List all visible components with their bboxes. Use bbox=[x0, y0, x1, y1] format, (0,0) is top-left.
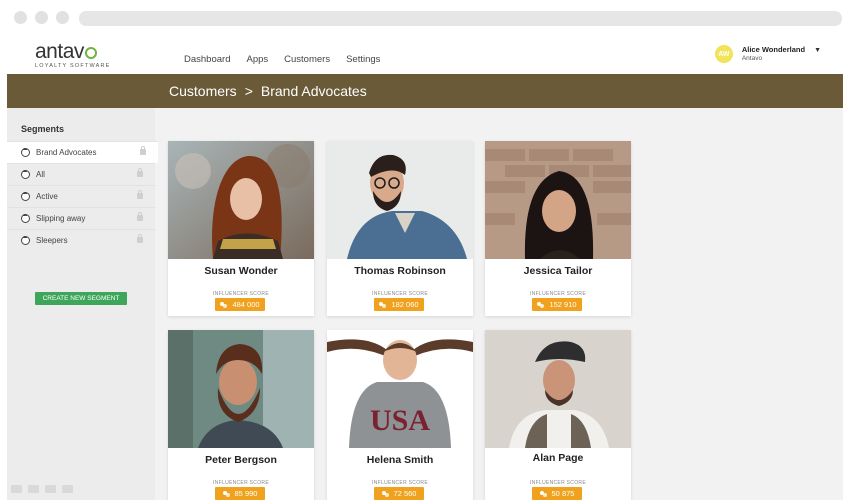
segment-item-sleepers[interactable]: Sleepers bbox=[7, 229, 155, 251]
address-bar[interactable] bbox=[79, 11, 842, 26]
person-icon bbox=[21, 192, 30, 201]
edit-icon[interactable] bbox=[28, 485, 39, 493]
segment-label: Brand Advocates bbox=[36, 148, 97, 157]
breadcrumb: Customers > Brand Advocates bbox=[169, 83, 367, 99]
redo-icon[interactable] bbox=[62, 485, 73, 493]
influencer-score-label: INFLUENCER SCORE bbox=[213, 291, 269, 297]
lock-icon bbox=[137, 168, 143, 177]
app-frame: antav LOYALTY SOFTWARE Dashboard Apps Cu… bbox=[7, 36, 843, 500]
users-icon bbox=[539, 490, 548, 497]
nav-settings[interactable]: Settings bbox=[346, 54, 380, 65]
bottom-toolbar bbox=[11, 485, 73, 493]
user-name: Alice Wonderland bbox=[741, 45, 806, 54]
logo-wordmark: antav bbox=[35, 41, 115, 62]
image-icon[interactable] bbox=[45, 485, 56, 493]
influencer-score-value: 72 560 bbox=[393, 489, 417, 498]
influencer-score-value: 182 060 bbox=[391, 300, 419, 309]
customer-name: Jessica Tailor bbox=[523, 265, 593, 277]
lock-icon bbox=[140, 146, 146, 155]
influencer-score-value: 50 875 bbox=[551, 489, 575, 498]
customer-name: Alan Page bbox=[532, 452, 584, 464]
users-icon bbox=[537, 301, 545, 308]
customer-name: Thomas Robinson bbox=[354, 265, 446, 277]
lock-icon bbox=[137, 234, 143, 243]
person-icon bbox=[21, 214, 30, 223]
customer-card[interactable]: Alan Page INFLUENCER SCORE 50 875 bbox=[485, 330, 631, 500]
main-nav: Dashboard Apps Customers Settings bbox=[184, 54, 396, 65]
customer-card[interactable]: Thomas Robinson INFLUENCER SCORE 182 060 bbox=[327, 141, 473, 316]
segment-label: Slipping away bbox=[36, 214, 86, 223]
users-icon bbox=[222, 490, 231, 497]
breadcrumb-customers[interactable]: Customers bbox=[169, 83, 237, 99]
customer-photo: USA bbox=[327, 330, 473, 448]
person-icon bbox=[21, 236, 30, 245]
influencer-score-badge: 72 560 bbox=[374, 487, 424, 500]
customer-name: Helena Smith bbox=[366, 454, 434, 466]
lock-icon bbox=[137, 212, 143, 221]
influencer-score-badge: 152 910 bbox=[532, 298, 582, 311]
influencer-score-label: INFLUENCER SCORE bbox=[530, 291, 586, 297]
logo-tagline: LOYALTY SOFTWARE bbox=[35, 63, 111, 69]
breadcrumb-separator: > bbox=[244, 83, 253, 99]
customer-name: Peter Bergson bbox=[205, 454, 277, 466]
influencer-score-label: INFLUENCER SCORE bbox=[530, 480, 586, 486]
avatar: AW bbox=[714, 45, 733, 63]
segment-item-all[interactable]: All bbox=[7, 163, 155, 185]
lock-icon bbox=[137, 190, 143, 199]
customer-photo bbox=[485, 141, 631, 259]
influencer-score-value: 85 990 bbox=[234, 489, 258, 498]
chevron-down-icon[interactable]: ▼ bbox=[814, 47, 821, 54]
person-icon bbox=[21, 148, 30, 157]
customer-photo bbox=[168, 330, 314, 448]
influencer-score-badge: 85 990 bbox=[215, 487, 265, 500]
customer-photo bbox=[168, 141, 314, 259]
customer-card[interactable]: Peter Bergson INFLUENCER SCORE 85 990 bbox=[168, 330, 314, 500]
segments-title: Segments bbox=[21, 124, 65, 134]
nav-customers[interactable]: Customers bbox=[284, 54, 330, 65]
undo-icon[interactable] bbox=[11, 485, 22, 493]
segment-label: All bbox=[36, 170, 45, 179]
influencer-score-badge: 182 060 bbox=[374, 298, 424, 311]
svg-text:USA: USA bbox=[370, 404, 430, 437]
users-icon bbox=[220, 301, 228, 308]
create-segment-button[interactable]: CREATE NEW SEGMENT bbox=[35, 292, 127, 305]
segment-item-brand-advocates[interactable]: Brand Advocates bbox=[7, 141, 158, 163]
influencer-score-label: INFLUENCER SCORE bbox=[372, 291, 428, 297]
user-company: Antavo bbox=[741, 55, 763, 62]
nav-apps[interactable]: Apps bbox=[246, 54, 268, 65]
breadcrumb-current: Brand Advocates bbox=[260, 83, 367, 99]
customer-card[interactable]: USA Helena Smith INFLUENCER SCORE 72 560 bbox=[327, 330, 473, 500]
users-icon bbox=[381, 490, 390, 497]
influencer-score-value: 152 910 bbox=[549, 300, 577, 309]
segment-item-slipping-away[interactable]: Slipping away bbox=[7, 207, 155, 229]
influencer-score-label: INFLUENCER SCORE bbox=[372, 480, 428, 486]
influencer-score-value: 484 000 bbox=[232, 300, 260, 309]
customer-photo bbox=[485, 330, 631, 448]
window-close-dot[interactable] bbox=[14, 11, 27, 24]
nav-dashboard[interactable]: Dashboard bbox=[184, 54, 230, 65]
users-icon bbox=[379, 301, 387, 308]
browser-chrome bbox=[0, 0, 853, 36]
app-header: antav LOYALTY SOFTWARE Dashboard Apps Cu… bbox=[7, 36, 843, 74]
influencer-score-label: INFLUENCER SCORE bbox=[213, 480, 269, 486]
segment-label: Active bbox=[36, 192, 58, 201]
breadcrumb-bar: Customers > Brand Advocates bbox=[7, 74, 843, 108]
user-menu[interactable]: AW Alice Wonderland Antavo ▼ bbox=[714, 45, 821, 63]
segments-sidebar: Segments Brand Advocates All Active Slip… bbox=[7, 108, 158, 500]
customer-card[interactable]: Susan Wonder INFLUENCER SCORE 484 000 bbox=[168, 141, 314, 316]
customer-photo bbox=[327, 141, 473, 259]
window-maximize-dot[interactable] bbox=[56, 11, 69, 24]
customer-name: Susan Wonder bbox=[204, 265, 278, 277]
influencer-score-badge: 50 875 bbox=[532, 487, 582, 500]
customer-card[interactable]: Jessica Tailor INFLUENCER SCORE 152 910 bbox=[485, 141, 631, 316]
segment-label: Sleepers bbox=[36, 236, 68, 245]
segment-item-active[interactable]: Active bbox=[7, 185, 155, 207]
antavo-logo[interactable]: antav LOYALTY SOFTWARE bbox=[35, 41, 115, 69]
logo-ring-icon bbox=[84, 47, 97, 59]
segment-list: Brand Advocates All Active Slipping away bbox=[7, 141, 158, 251]
window-minimize-dot[interactable] bbox=[35, 11, 48, 24]
person-icon bbox=[21, 170, 30, 179]
influencer-score-badge: 484 000 bbox=[215, 298, 265, 311]
